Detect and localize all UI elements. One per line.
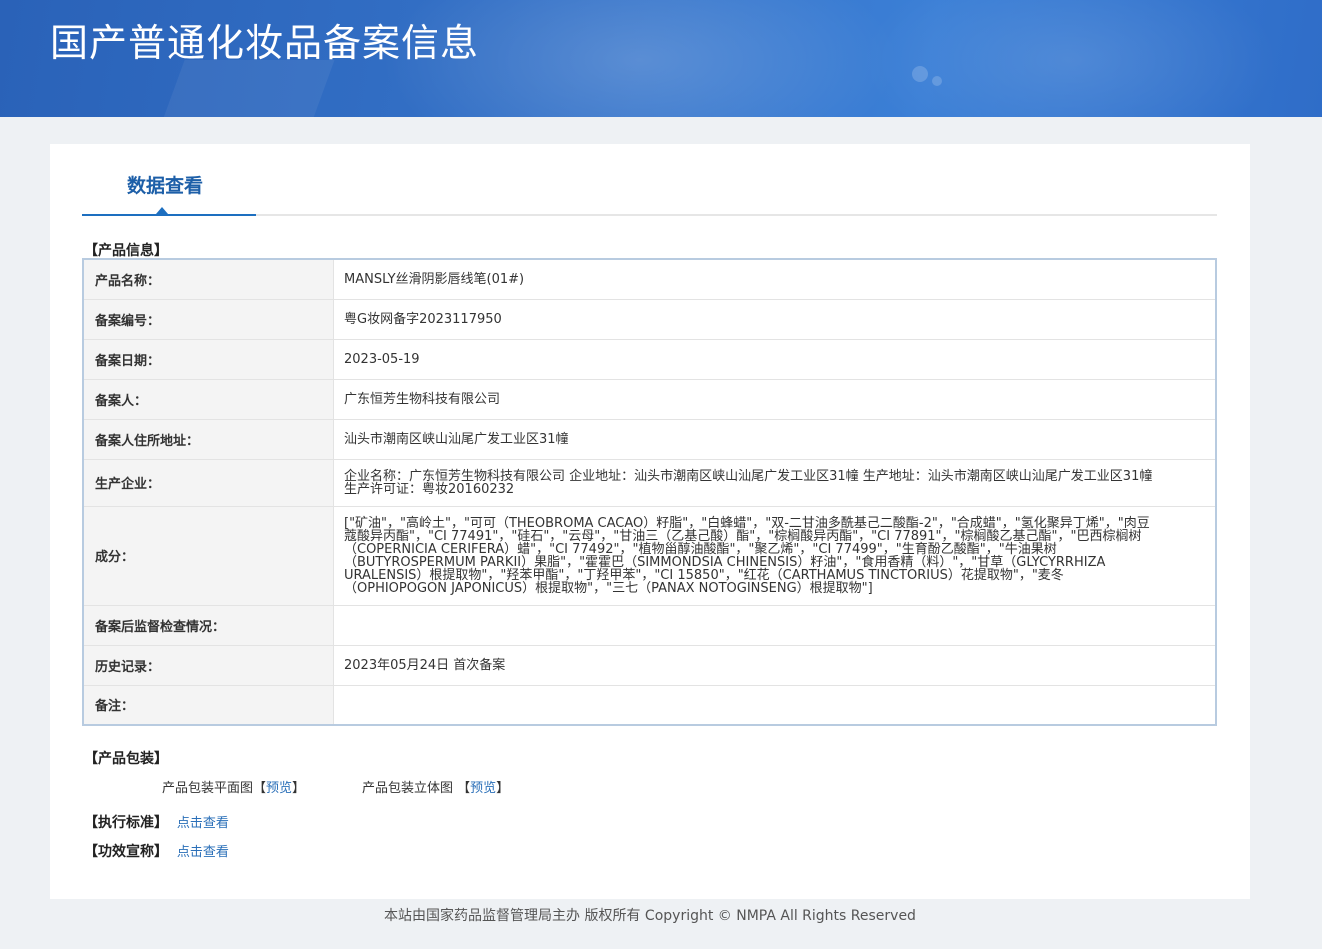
bracket: 【 (253, 781, 267, 796)
row-label: 备案人： (82, 378, 334, 420)
view-efficacy-link[interactable]: 点击查看 (177, 845, 229, 860)
row-label: 成分： (82, 505, 334, 606)
row-value: 2023-05-19 (333, 338, 1217, 380)
view-standard-link[interactable]: 点击查看 (177, 816, 229, 831)
packaging-item-3d: 产品包装立体图 【预览】 (362, 777, 509, 796)
packaging-item-flat: 产品包装平面图【预览】 (162, 777, 305, 796)
section-heading-product-info: 【产品信息】 (84, 243, 168, 259)
bracket: 【 (457, 781, 471, 796)
tab-data-view[interactable]: 数据查看 (82, 144, 256, 216)
section-standard: 【执行标准】 点击查看 (84, 812, 229, 832)
table-row: 备案后监督检查情况： (82, 604, 1217, 646)
tab-caret-icon (156, 207, 168, 214)
row-value: MANSLY丝滑阴影唇线笔(01#) (333, 258, 1217, 300)
product-info-table: 产品名称： MANSLY丝滑阴影唇线笔(01#) 备案编号： 粤G妆网备字202… (82, 258, 1217, 726)
row-label: 历史记录： (82, 644, 334, 686)
table-row: 成分： ["矿油"，"高岭土"，"可可（THEOBROMA CACAO）籽脂"，… (82, 505, 1217, 606)
table-row: 产品名称： MANSLY丝滑阴影唇线笔(01#) (82, 258, 1217, 300)
row-label: 备案编号： (82, 298, 334, 340)
row-value: 汕头市潮南区峡山汕尾广发工业区31幢 (333, 418, 1217, 460)
preview-link-flat[interactable]: 预览 (266, 781, 292, 796)
table-row: 备注： (82, 684, 1217, 726)
section-heading-packaging: 【产品包装】 (84, 751, 168, 767)
row-label: 备案日期： (82, 338, 334, 380)
row-value (333, 684, 1217, 726)
content-card: 数据查看 【产品信息】 产品名称： MANSLY丝滑阴影唇线笔(01#) 备案编… (50, 144, 1250, 899)
banner-decoration (155, 60, 335, 117)
page-title: 国产普通化妆品备案信息 (50, 21, 480, 65)
row-value: 企业名称：广东恒芳生物科技有限公司 企业地址：汕头市潮南区峡山汕尾广发工业区31… (333, 458, 1217, 507)
tab-underline (82, 214, 256, 216)
banner-decoration (860, 0, 1280, 117)
row-label: 备注： (82, 684, 334, 726)
row-label: 备案人住所地址： (82, 418, 334, 460)
header-banner: 国产普通化妆品备案信息 (0, 0, 1322, 117)
tab-label: 数据查看 (127, 175, 204, 197)
banner-decoration (932, 76, 942, 86)
packaging-item-label: 产品包装立体图 (362, 781, 458, 796)
tab-bar: 数据查看 (82, 144, 1217, 216)
row-value (333, 604, 1217, 646)
preview-link-3d[interactable]: 预览 (470, 781, 496, 796)
row-value: 广东恒芳生物科技有限公司 (333, 378, 1217, 420)
row-value: 2023年05月24日 首次备案 (333, 644, 1217, 686)
table-row: 备案人： 广东恒芳生物科技有限公司 (82, 378, 1217, 420)
bracket: 】 (292, 781, 306, 796)
row-value: ["矿油"，"高岭土"，"可可（THEOBROMA CACAO）籽脂"，"白蜂蜡… (333, 505, 1217, 606)
table-row: 备案日期： 2023-05-19 (82, 338, 1217, 380)
footer-copyright: 本站由国家药品监督管理局主办 版权所有 Copyright © NMPA All… (384, 908, 916, 924)
bracket: 】 (496, 781, 510, 796)
row-label: 备案后监督检查情况： (82, 604, 334, 646)
packaging-item-label: 产品包装平面图 (162, 781, 254, 796)
table-row: 生产企业： 企业名称：广东恒芳生物科技有限公司 企业地址：汕头市潮南区峡山汕尾广… (82, 458, 1217, 507)
row-value: 粤G妆网备字2023117950 (333, 298, 1217, 340)
table-row: 备案人住所地址： 汕头市潮南区峡山汕尾广发工业区31幢 (82, 418, 1217, 460)
table-row: 备案编号： 粤G妆网备字2023117950 (82, 298, 1217, 340)
section-heading-efficacy: 【功效宣称】 (84, 844, 168, 860)
row-label: 产品名称： (82, 258, 334, 300)
table-row: 历史记录： 2023年05月24日 首次备案 (82, 644, 1217, 686)
row-label: 生产企业： (82, 458, 334, 507)
section-efficacy: 【功效宣称】 点击查看 (84, 841, 229, 861)
banner-decoration (912, 66, 928, 82)
section-heading-standard: 【执行标准】 (84, 815, 168, 831)
